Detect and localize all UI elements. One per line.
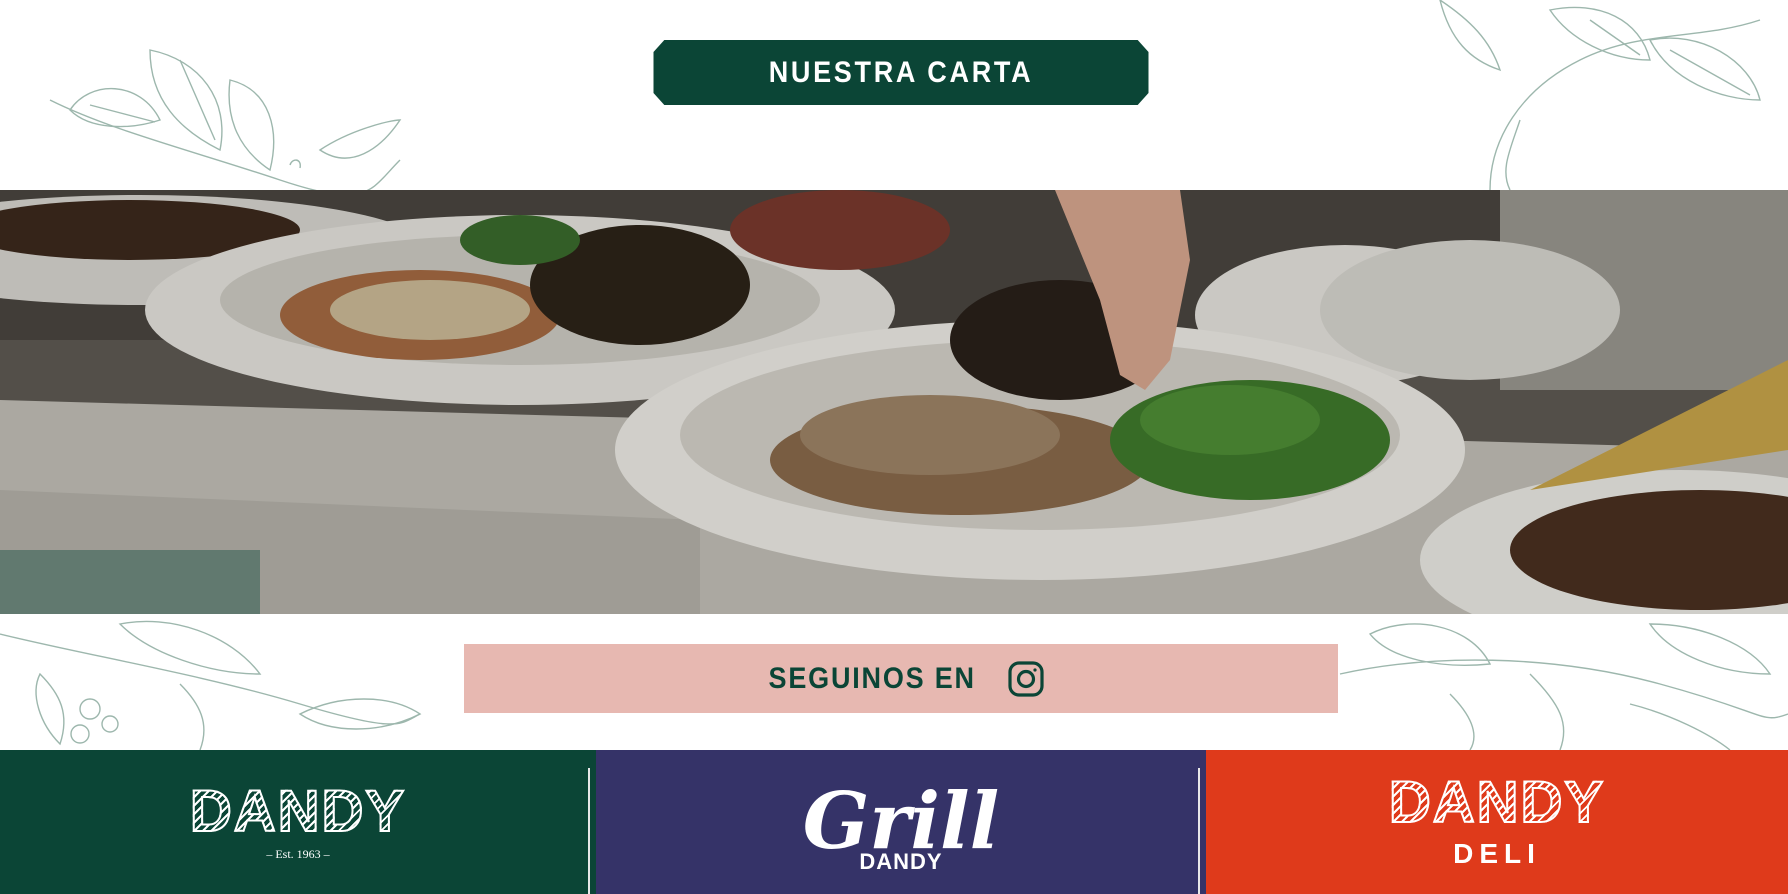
nuestra-carta-button[interactable]: NUESTRA CARTA [654,40,1149,105]
botanical-illustration-bottom-right [1330,614,1788,750]
brand-dandy-link[interactable]: DANDY – Est. 1963 – [0,750,596,894]
brand-dandy-name: DANDY [189,778,407,844]
brand-deli-link[interactable]: DANDY DELI [1206,750,1788,894]
brand-grill-name: Grill [802,775,1000,867]
instagram-icon [1007,660,1045,698]
botanical-illustration-bottom-left [0,614,430,750]
follow-label: SEGUINOS EN [768,661,976,695]
restaurant-dishes-photo [0,190,1788,614]
brand-panels: DANDY – Est. 1963 – Grill DANDY DANDY DE… [0,750,1788,894]
brand-grill-link[interactable]: Grill DANDY [596,750,1206,894]
brand-dandy-tagline: – Est. 1963 – [266,846,330,861]
brand-deli-name: DANDY [1388,770,1606,835]
instagram-follow-button[interactable]: SEGUINOS EN [464,644,1338,713]
brand-deli-subname: DELI [1453,838,1541,869]
brand-grill-subname: DANDY [859,849,943,875]
nuestra-carta-label: NUESTRA CARTA [768,55,1034,89]
botanical-illustration-top-left [30,40,410,190]
botanical-illustration-top-right [1400,0,1770,190]
